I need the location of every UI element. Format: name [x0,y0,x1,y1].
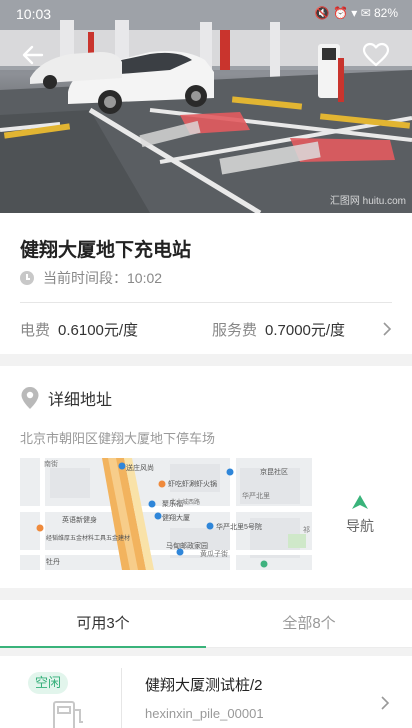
pile-name: 健翔大厦测试桩/2 [145,677,263,694]
navigate-label: 导航 [346,518,374,534]
service-fee-label: 服务费 [212,322,258,339]
navigation-arrow-icon [352,495,368,509]
address-card: 详细地址 北京市朝阳区健翔大厦地下停车场 送庄风尚 虾吃虾涮虾火锅 聚乐福 健翔… [0,366,412,588]
map-road-label: 黄瓜子街 [200,549,228,558]
map-label: 京昆社区 [260,467,288,476]
charging-pile-icon [53,701,83,728]
clock-icon [20,271,34,285]
address-heading-label: 详细地址 [48,392,113,409]
divider [121,668,122,728]
price-row[interactable]: 电费 0.6100元/度 服务费 0.7000元/度 [20,319,392,341]
pile-tabs: 可用3个 全部8个 [0,600,412,648]
electric-fee-value: 0.6100元/度 [58,322,139,339]
status-time: 10:03 [16,6,52,22]
station-info-card: 健翔大厦地下充电站 当前时间段：10:02 电费 0.6100元/度 服务费 0.7… [0,213,412,354]
map-road-label: 祁 [303,525,310,534]
chevron-right-icon [383,322,392,336]
tab-all[interactable]: 全部8个 [206,600,412,647]
map-label: 马甸邮政家园 [166,541,208,550]
time-period-row: 当前时间段：10:02 [20,269,162,287]
station-title: 健翔大厦地下充电站 [20,240,192,261]
map-label: 华严北里5号院 [216,522,262,531]
parking-garage-illustration [0,0,412,213]
electric-fee: 电费 0.6100元/度 [20,319,138,340]
map-graphic: 送庄风尚 虾吃虾涮虾火锅 聚乐福 健翔大厦 马甸邮政家园 华严北里5号院 英语新… [20,458,312,570]
address-heading: 详细地址 [20,386,112,410]
divider [20,302,392,303]
station-photo: 10:03 🔇 ⏰ ▾ ✉ 82% 汇图网 huitu.com [0,0,412,213]
map-label: 虾吃虾涮虾火锅 [168,479,217,488]
pile-list-item[interactable]: 空闲 健翔大厦测试桩/2 hexinxin_pile_00001 [0,656,412,728]
status-icons: 🔇 ⏰ ▾ ✉ 82% [314,6,398,20]
map-label: 健翔大厦 [162,513,190,522]
tab-available[interactable]: 可用3个 [0,600,206,648]
map-label: 送庄风尚 [126,463,154,472]
map-label: 牡丹 [46,557,60,566]
favorite-button[interactable] [362,42,390,68]
photo-watermark: 汇图网 huitu.com [329,196,406,207]
back-button[interactable] [20,42,46,68]
pile-code: hexinxin_pile_00001 [145,706,264,721]
address-text: 北京市朝阳区健翔大厦地下停车场 [20,431,216,446]
map-label: 英语新健身 [62,515,97,524]
arrow-left-icon [22,45,44,65]
map-road-label: 北土城西路 [170,498,200,506]
location-pin-icon [21,387,39,409]
chevron-right-icon [381,696,390,710]
location-map[interactable]: 送庄风尚 虾吃虾涮虾火锅 聚乐福 健翔大厦 马甸邮政家园 华严北里5号院 英语新… [20,458,312,570]
map-road-label: 南街 [44,459,58,468]
service-fee-value: 0.7000元/度 [265,322,346,339]
heart-icon [362,42,390,67]
navigate-button[interactable]: 导航 [332,494,388,544]
electric-fee-label: 电费 [20,322,51,339]
map-road-label: 华严北里 [242,491,270,500]
status-bar: 10:03 🔇 ⏰ ▾ ✉ 82% [0,0,412,28]
status-badge: 空闲 [28,672,68,694]
map-label: 经韬维厚五金材料工具五金建材 [46,534,130,542]
service-fee: 服务费 0.7000元/度 [212,319,345,340]
time-period-label: 当前时间段：10:02 [43,270,163,286]
